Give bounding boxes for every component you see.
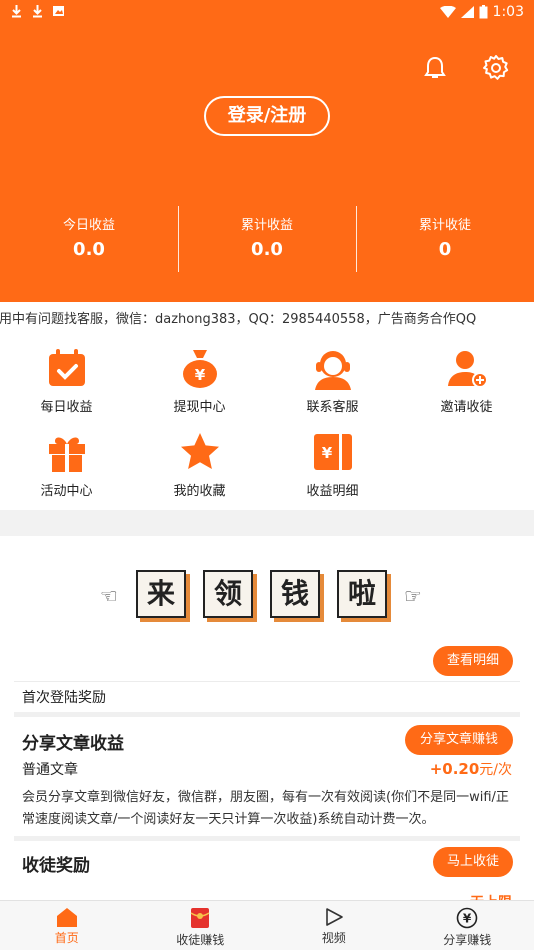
stat-label: 累计收益 — [240, 218, 293, 233]
menu-item-my-favorites[interactable]: 我的收藏 — [133, 422, 266, 502]
tab-video[interactable]: 视频 — [267, 901, 401, 950]
function-grid: 每日收益 ¥ 提现中心 联系客服 邀请收徒 活动中心 我的收藏 ¥ 收益明细 — [0, 338, 534, 510]
row-divider — [14, 681, 520, 682]
share-article-subtitle: 普通文章 — [22, 762, 78, 778]
menu-item-label: 联系客服 — [306, 400, 359, 415]
banner-char: 领 — [203, 570, 253, 618]
add-user-icon — [447, 351, 488, 388]
section-separator — [14, 712, 520, 717]
stat-value: 0 — [438, 239, 452, 260]
tab-share-earn[interactable]: ¥ 分享赚钱 — [401, 901, 534, 950]
status-left-icons — [10, 4, 65, 18]
stat-divider — [178, 206, 179, 272]
share-article-button[interactable]: 分享文章赚钱 — [405, 725, 513, 755]
battery-icon — [479, 5, 488, 19]
photo-icon — [53, 6, 64, 16]
share-price: +0.20元/次 — [430, 759, 512, 779]
calendar-check-icon — [48, 349, 85, 386]
svg-text:¥: ¥ — [463, 912, 472, 926]
menu-item-label: 提现中心 — [173, 400, 226, 415]
ledger-icon: ¥ — [313, 434, 352, 470]
star-icon — [180, 433, 219, 469]
bell-icon[interactable] — [421, 54, 449, 82]
yuan-coin-icon: ¥ — [456, 907, 478, 929]
menu-item-daily-earnings[interactable]: 每日收益 — [0, 338, 133, 418]
bottom-nav: 首页 收徒赚钱 视频 ¥ 分享赚钱 — [0, 900, 534, 950]
status-bar: 1:03 — [0, 0, 534, 26]
tab-recruit-earn[interactable]: 收徒赚钱 — [134, 901, 268, 950]
download-icon — [33, 5, 42, 18]
download-icon — [12, 5, 21, 18]
red-envelope-icon — [190, 908, 210, 928]
profile-header: 1:03 登录/注册 今日收益 0.0 累计收益 0.0 累计收徒 0 — [0, 0, 534, 302]
share-price-unit: 元/次 — [479, 762, 512, 778]
menu-item-invite-apprentice[interactable]: 邀请收徒 — [400, 338, 533, 418]
tab-label: 视频 — [321, 931, 346, 945]
banner-char: 啦 — [337, 570, 387, 618]
menu-item-label: 收益明细 — [306, 484, 359, 499]
notice-text: 使用中有问题找客服，微信：dazhong383，QQ：2985440558，广告… — [0, 312, 477, 327]
stat-label: 今日收益 — [62, 218, 115, 233]
stat-value: 0.0 — [251, 239, 283, 260]
notice-marquee: 使用中有问题找客服，微信：dazhong383，QQ：2985440558，广告… — [0, 302, 534, 338]
gift-icon — [48, 437, 85, 472]
rewards-card: ☜ 来 领 钱 啦 ☞ 查看明细 首次登陆奖励 分享文章收益 分享文章赚钱 普通… — [0, 536, 534, 900]
banner-char: 来 — [136, 570, 186, 618]
menu-item-withdraw-center[interactable]: ¥ 提现中心 — [133, 338, 266, 418]
stat-total-apprentices[interactable]: 累计收徒 0 — [356, 206, 534, 274]
menu-item-label: 活动中心 — [40, 484, 93, 499]
play-icon — [325, 908, 343, 926]
money-bag-icon: ¥ — [182, 350, 217, 388]
first-login-reward: 首次登陆奖励 — [22, 690, 106, 706]
stat-label: 累计收徒 — [418, 218, 471, 233]
tab-home[interactable]: 首页 — [0, 901, 134, 950]
share-price-value: +0.20 — [429, 760, 480, 778]
tab-label: 收徒赚钱 — [176, 933, 225, 947]
login-register-button[interactable]: 登录/注册 — [204, 96, 330, 136]
earnings-stats: 今日收益 0.0 累计收益 0.0 累计收徒 0 — [0, 206, 534, 274]
gear-icon[interactable] — [482, 54, 510, 82]
stat-value: 0.0 — [73, 239, 105, 260]
status-right-icons: 1:03 — [439, 4, 524, 20]
menu-item-customer-service[interactable]: 联系客服 — [266, 338, 399, 418]
view-detail-button[interactable]: 查看明细 — [433, 646, 513, 676]
stat-divider — [356, 206, 357, 272]
menu-item-label: 邀请收徒 — [440, 400, 493, 415]
share-description: 会员分享文章到微信好友，微信群，朋友圈，每有一次有效阅读(你们不是同一wifi/… — [22, 790, 509, 827]
recruit-apprentice-button[interactable]: 马上收徒 — [433, 847, 513, 877]
tab-label: 首页 — [54, 931, 79, 945]
svg-text:¥: ¥ — [194, 366, 205, 384]
home-icon — [56, 908, 77, 927]
share-article-title: 分享文章收益 — [22, 734, 124, 754]
svg-text:¥: ¥ — [321, 444, 332, 462]
menu-item-activity-center[interactable]: 活动中心 — [0, 422, 133, 502]
headset-icon — [314, 351, 351, 390]
menu-item-earnings-detail[interactable]: ¥ 收益明细 — [266, 422, 399, 502]
stat-total-earnings[interactable]: 累计收益 0.0 — [178, 206, 356, 274]
signal-icon — [460, 6, 474, 18]
status-time: 1:03 — [492, 4, 524, 20]
tab-label: 分享赚钱 — [443, 933, 492, 947]
get-money-banner[interactable]: ☜ 来 领 钱 啦 ☞ — [14, 554, 520, 640]
wifi-icon — [439, 6, 456, 18]
stat-today-earnings[interactable]: 今日收益 0.0 — [0, 206, 178, 274]
pointing-hand-icon: ☞ — [404, 584, 422, 608]
apprentice-reward-title: 收徒奖励 — [22, 856, 90, 876]
banner-char: 钱 — [270, 570, 320, 618]
pointing-hand-icon: ☜ — [100, 584, 118, 608]
menu-item-label: 我的收藏 — [173, 484, 226, 499]
banner-chars: 来 领 钱 啦 — [136, 570, 387, 618]
app-screen: 1:03 登录/注册 今日收益 0.0 累计收益 0.0 累计收徒 0 使用中有… — [0, 0, 534, 950]
section-separator — [14, 836, 520, 841]
apprentice-partial-text: 无上限 — [470, 892, 512, 900]
menu-item-label: 每日收益 — [40, 400, 93, 415]
